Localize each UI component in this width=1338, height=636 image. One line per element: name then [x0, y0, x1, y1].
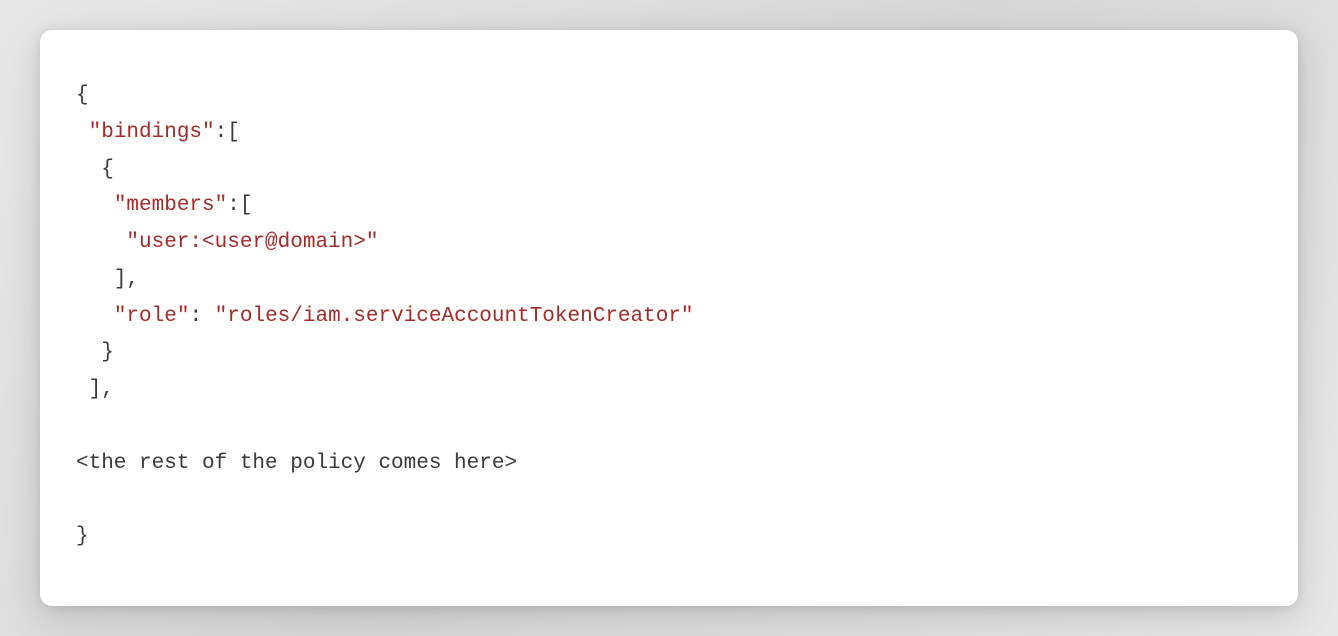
code-brace-close: }: [76, 525, 89, 548]
code-indent: [76, 231, 126, 254]
code-value-role: "roles/iam.serviceAccountTokenCreator": [215, 305, 694, 328]
code-indent: [76, 378, 89, 401]
code-bracket-close: ],: [114, 268, 139, 291]
code-indent: [76, 341, 101, 364]
code-block: { "bindings":[ { "members":[ "user:<user…: [76, 78, 1262, 556]
code-bracket-close: ],: [89, 378, 114, 401]
code-brace-open: {: [76, 84, 89, 107]
code-punct: :: [189, 305, 214, 328]
code-punct: :[: [215, 121, 240, 144]
code-brace-close: }: [101, 341, 114, 364]
code-indent: [76, 268, 114, 291]
code-brace-open: {: [101, 158, 114, 181]
code-key-role: "role": [114, 305, 190, 328]
code-punct: :[: [227, 194, 252, 217]
code-indent: [76, 305, 114, 328]
code-key-bindings: "bindings": [89, 121, 215, 144]
code-indent: [76, 158, 101, 181]
code-card: { "bindings":[ { "members":[ "user:<user…: [40, 30, 1298, 606]
code-value-user: "user:<user@domain>": [126, 231, 378, 254]
code-key-members: "members": [114, 194, 227, 217]
code-placeholder-comment: <the rest of the policy comes here>: [76, 452, 517, 475]
code-indent: [76, 121, 89, 144]
code-indent: [76, 194, 114, 217]
